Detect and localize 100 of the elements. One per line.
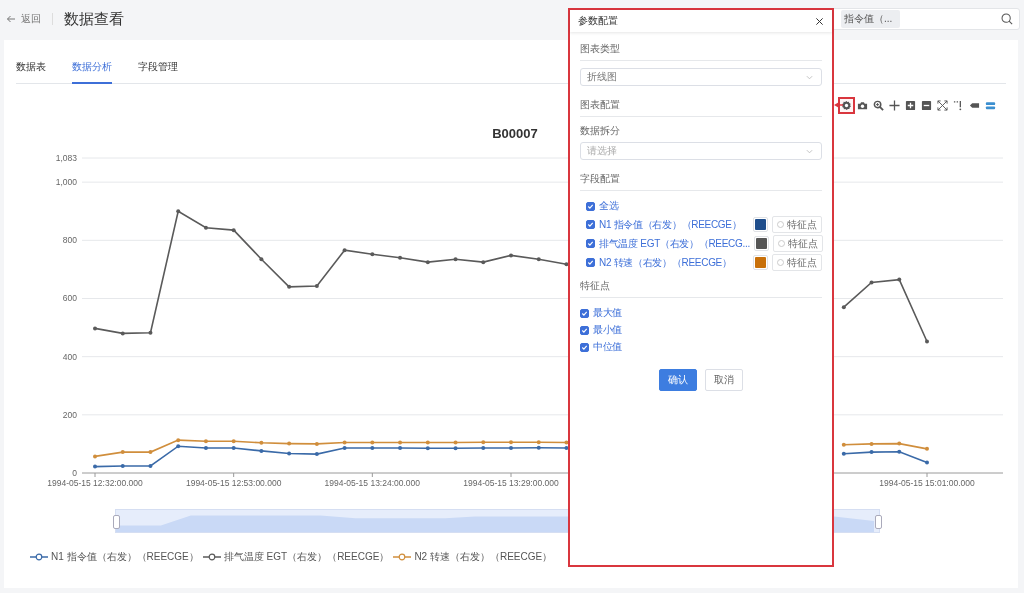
filter-tag[interactable]: 指令值（... (841, 10, 901, 28)
axis-label: 1,000 (55, 177, 77, 188)
data-point (425, 260, 430, 265)
data-point (925, 460, 929, 465)
page-title: 数据查看 (64, 9, 124, 29)
checkbox[interactable] (580, 308, 589, 318)
settings-icon[interactable] (841, 99, 852, 111)
data-point (259, 448, 264, 453)
data-point (314, 452, 319, 457)
tab[interactable]: 数据分析 (72, 52, 112, 84)
plus-square-icon[interactable] (905, 99, 916, 111)
data-point (564, 262, 569, 267)
expand-arrows-icon[interactable] (937, 99, 948, 111)
data-point (287, 451, 292, 456)
checkbox[interactable] (586, 239, 595, 248)
data-point (342, 248, 347, 253)
data-point (93, 464, 97, 469)
confirm-button[interactable]: 确认 (659, 369, 697, 391)
radio-label[interactable]: 特征点 (787, 255, 817, 270)
slider-handle[interactable] (113, 515, 120, 529)
tab[interactable]: 数据表 (16, 52, 46, 84)
chart-type-select[interactable]: 折线图 (580, 68, 822, 86)
chevron-down-icon (806, 74, 813, 80)
legend-line-icon (30, 553, 48, 561)
legend-label[interactable]: 排气温度 EGT（右发）（REECGE） (223, 550, 390, 564)
checkbox-label[interactable]: 全选 (599, 199, 619, 213)
field-label: 数据拆分 (580, 124, 621, 138)
slider-handle[interactable] (875, 515, 882, 529)
radio-label[interactable]: 特征点 (787, 217, 817, 232)
data-point (897, 277, 902, 282)
checkbox[interactable] (586, 258, 595, 267)
checkbox-label[interactable]: 中位值 (593, 340, 623, 354)
data-point (148, 464, 153, 468)
checkbox-label[interactable]: N1 指令值（右发）（REECGE） (599, 217, 749, 232)
axis-label: 600 (62, 293, 77, 304)
data-point (925, 446, 929, 451)
data-point (869, 441, 874, 446)
axis-label: 1994-05-15 12:32:00.000 (47, 478, 143, 488)
axis-label: 1994-05-15 13:29:00.000 (463, 478, 559, 488)
section-heading: 特征点 (580, 273, 822, 298)
checkbox[interactable] (586, 220, 595, 229)
data-point (93, 454, 97, 459)
search-icon[interactable] (1001, 13, 1013, 25)
data-point (148, 330, 153, 335)
data-point (841, 305, 846, 310)
legend-line-icon (393, 553, 412, 561)
data-point (120, 331, 125, 336)
data-point (398, 255, 403, 260)
data-point (453, 257, 458, 262)
data-point (481, 260, 486, 265)
radio-label[interactable]: 特征点 (787, 236, 818, 251)
data-point (259, 257, 264, 262)
data-point (925, 339, 929, 344)
close-icon[interactable] (815, 16, 824, 26)
data-point (314, 441, 319, 446)
move-icon[interactable] (889, 99, 900, 111)
data-point (231, 439, 236, 444)
back-link[interactable]: 返回 (21, 12, 41, 26)
data-point (869, 280, 874, 285)
spike-lines-icon[interactable] (953, 99, 964, 111)
axis-label: 1,083 (55, 153, 77, 163)
cancel-button[interactable]: 取消 (705, 369, 743, 391)
data-point (203, 225, 208, 230)
data-point (314, 284, 319, 288)
chevron-down-icon (806, 148, 813, 154)
double-bar-icon[interactable] (985, 99, 996, 111)
data-point (203, 446, 208, 450)
data-point (287, 441, 292, 446)
axis-label: 200 (62, 409, 77, 420)
checkbox[interactable] (586, 201, 595, 211)
data-point (536, 257, 541, 262)
feature-point-radio[interactable]: 特征点 (772, 235, 823, 252)
camera-icon[interactable] (857, 99, 868, 111)
legend-label[interactable]: N1 指令值（右发）（REECGE） (51, 550, 199, 564)
data-point (370, 252, 375, 257)
tab[interactable]: 字段管理 (138, 52, 178, 84)
checkbox-label[interactable]: 最大值 (593, 306, 623, 320)
data-point (869, 450, 874, 455)
data-point (176, 209, 181, 214)
checkbox[interactable] (580, 342, 589, 352)
checkbox-label[interactable]: 排气温度 EGT（右发）（REECG... (599, 236, 750, 251)
zoom-in-icon[interactable] (873, 99, 884, 111)
checkbox-label[interactable]: 最小值 (593, 323, 623, 337)
chart-title: B00007 (492, 126, 538, 141)
data-point (231, 228, 236, 233)
data-point (203, 439, 208, 444)
legend-label[interactable]: N2 转速（右发）（REECGE） (414, 550, 553, 564)
checkbox[interactable] (580, 325, 589, 335)
axis-label: 1994-05-15 13:24:00.000 (324, 478, 421, 488)
section-heading: 图表类型 (580, 36, 822, 61)
data-point (259, 440, 264, 445)
minus-square-icon[interactable] (921, 99, 932, 111)
axis-label: 400 (62, 351, 77, 362)
checkbox-label[interactable]: N2 转速（右发）（REECGE） (599, 255, 749, 270)
feature-point-radio[interactable]: 特征点 (772, 216, 822, 233)
data-point (231, 446, 236, 450)
data-point (148, 450, 153, 455)
data-point (897, 449, 902, 454)
feature-point-radio[interactable]: 特征点 (772, 254, 822, 271)
data-point (897, 441, 902, 446)
